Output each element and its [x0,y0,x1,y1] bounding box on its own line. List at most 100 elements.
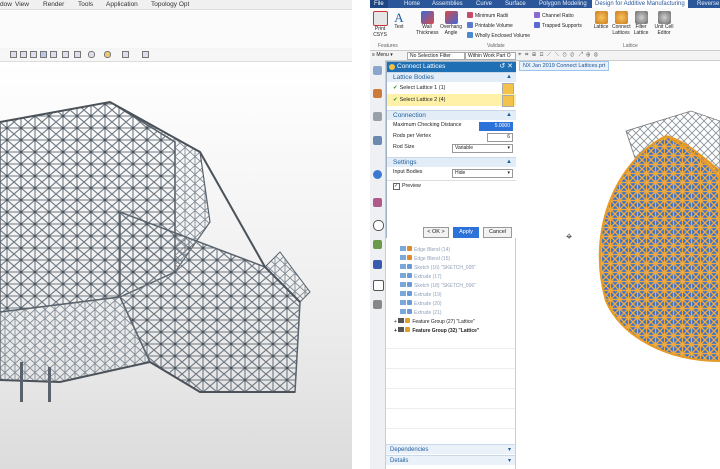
printable-volume-button[interactable]: Printable Volume [467,22,513,29]
nav-row-edge-blend-14[interactable]: Edge Blend (14) [400,246,450,254]
nav-row-edge-blend-15[interactable]: Edge Blend (15) [400,255,450,263]
zoom-icon[interactable] [20,51,27,58]
preview-row[interactable]: ✓ Preview [387,180,516,192]
nav-row-sketch-18[interactable]: Sketch (18) "SKETCH_006" [400,282,476,290]
trapped-supports-button[interactable]: Trapped Supports [534,22,582,29]
divider [386,368,515,369]
dependencies-panel[interactable]: Dependencies ▾ [386,444,515,454]
chevron-down-icon: ▾ [507,458,511,464]
tab-assemblies[interactable]: Assemblies [432,0,463,8]
assembly-navigator-icon[interactable] [373,89,382,98]
right-graphics-viewport[interactable]: NX Jan 2019 Connect Lattices.prt ⌖ [516,61,720,469]
wall-thickness-button[interactable]: Wall Thickness [416,11,439,36]
nav-row-feature-group-27[interactable]: + Feature Group (27) "Lattice" [394,318,475,326]
menu-render[interactable]: Render [43,1,64,8]
dialog-gear-icon [389,64,395,70]
tab-file[interactable]: File [370,0,388,8]
nav-row-feature-group-32[interactable]: + Feature Group (32) "Lattice" [394,327,479,335]
connection-header[interactable]: Connection ▲ [387,110,516,120]
input-bodies-label: Input Bodies [393,169,423,175]
shaded-icon[interactable] [40,51,47,58]
menu-view[interactable]: View [15,1,29,8]
selection-filter-dropdown[interactable]: No Selection Filter [407,52,465,60]
reuse-library-icon[interactable] [373,136,382,145]
tab-design-for-am[interactable]: Design for Additive Manufacturing [592,0,688,8]
manufacturing-wizards-icon[interactable] [373,280,384,291]
fit-view-icon[interactable] [10,51,17,58]
menu-tools[interactable]: Tools [78,1,93,8]
render-style-icon[interactable] [74,51,81,58]
orient-view-icon[interactable] [62,51,69,58]
channel-ratio-button[interactable]: Channel Ratio [534,12,574,19]
color-icon[interactable] [104,51,111,58]
history-icon[interactable] [373,220,384,231]
details-panel[interactable]: Details ▾ [386,455,515,465]
lattice-bodies-label: Lattice Bodies [393,74,434,81]
dependencies-label: Dependencies [390,447,429,453]
nav-row-extrude-21[interactable]: Extrude (21) [400,309,442,317]
lighting-icon[interactable] [88,51,95,58]
selection-scope-dropdown[interactable]: Within Work Part O [465,52,516,60]
lattice-button[interactable]: Lattice [592,11,610,31]
wireframe-icon[interactable] [50,51,57,58]
dialog-reset-close-icon[interactable]: ↺ ✕ [499,62,513,72]
connect-lattices-button[interactable]: Connect Lattices [612,11,631,36]
roles-extra-icon[interactable] [373,300,382,309]
web-browser-icon[interactable] [373,170,382,179]
tab-polygon-modeling[interactable]: Polygon Modeling [539,0,587,8]
menu-window[interactable]: dow [0,1,12,8]
wholly-enclosed-volume-button[interactable]: Wholly Enclosed Volume [467,32,530,39]
nav-row-sketch-16[interactable]: Sketch (16) "SKETCH_005" [400,264,476,272]
part-navigator-icon[interactable] [373,66,382,75]
tab-home[interactable]: Home [404,0,420,8]
connect-lattices-icon [614,11,628,24]
select-lattice-2-label: Select Lattice 2 (4) [399,97,446,103]
rotate-icon[interactable] [30,51,37,58]
show-hide-icon[interactable] [142,51,149,58]
nav-row-extrude-19[interactable]: Extrude (19) [400,291,442,299]
nav-row-extrude-17[interactable]: Extrude (17) [400,273,442,281]
select-lattice-1-row[interactable]: ✔ Select Lattice 1 (1) [387,82,516,95]
lattice-icon [594,11,608,24]
print-csys-label: Print CSYS [373,26,387,38]
extrude-icon [407,309,412,314]
layer-icon[interactable] [122,51,129,58]
menu-application[interactable]: Application [106,1,138,8]
lattice-select-icon[interactable] [502,95,514,107]
input-bodies-select[interactable]: Hide ▾ [452,169,513,178]
minimum-radii-button[interactable]: Minimum Radii [467,12,508,19]
tab-reverse[interactable]: Reverse [697,0,719,8]
tab-curve[interactable]: Curve [476,0,492,8]
snap-tools-icon[interactable]: ⌖ ⌗ ⊞ ⊡ ⟋ ⟍ ⊙ ⊘ ↗ ⊕ ⊗ [518,52,599,59]
print-csys-button[interactable]: Print CSYS [373,11,388,38]
tab-surface[interactable]: Surface [505,0,526,8]
visibility-icon [400,282,406,287]
lattice-part-left [0,100,311,402]
rods-per-vertex-input[interactable]: 6 [487,133,513,142]
menu-topology-opt[interactable]: Topology Opt [151,1,189,8]
nav-row-extrude-20[interactable]: Extrude (20) [400,300,442,308]
ok-button[interactable]: < OK > [423,227,449,238]
settings-header[interactable]: Settings ▲ [387,157,516,167]
rod-size-select[interactable]: Variable ▾ [452,144,513,153]
lattice-bodies-header[interactable]: Lattice Bodies ▲ [387,72,516,82]
nav-row-label: Sketch (16) "SKETCH_005" [414,265,476,271]
preview-checkbox[interactable]: ✓ [393,183,400,190]
minimum-radii-icon [467,12,473,18]
max-checking-distance-input[interactable]: 5.0000 [479,122,513,131]
select-lattice-2-row[interactable]: ✔ Select Lattice 2 (4) [387,94,516,107]
text-button[interactable]: A Text [392,11,406,31]
overhang-angle-button[interactable]: Overhang Angle [440,11,462,36]
dialog-title: Connect Lattices [397,63,446,70]
system-materials-icon[interactable] [373,240,382,249]
cancel-button[interactable]: Cancel [483,227,512,238]
filter-lattice-button[interactable]: Filter Lattice [632,11,650,36]
collapse-icon: ▲ [506,112,512,118]
left-graphics-viewport[interactable] [0,62,352,469]
apply-button[interactable]: Apply [453,227,479,238]
unit-cell-editor-button[interactable]: Unit Cell Editor [653,11,675,36]
process-studio-icon[interactable] [373,260,382,269]
roles-icon[interactable] [373,198,382,207]
constraint-navigator-icon[interactable] [373,112,382,121]
menu-button[interactable]: ≡ Menu ▾ [372,52,393,59]
